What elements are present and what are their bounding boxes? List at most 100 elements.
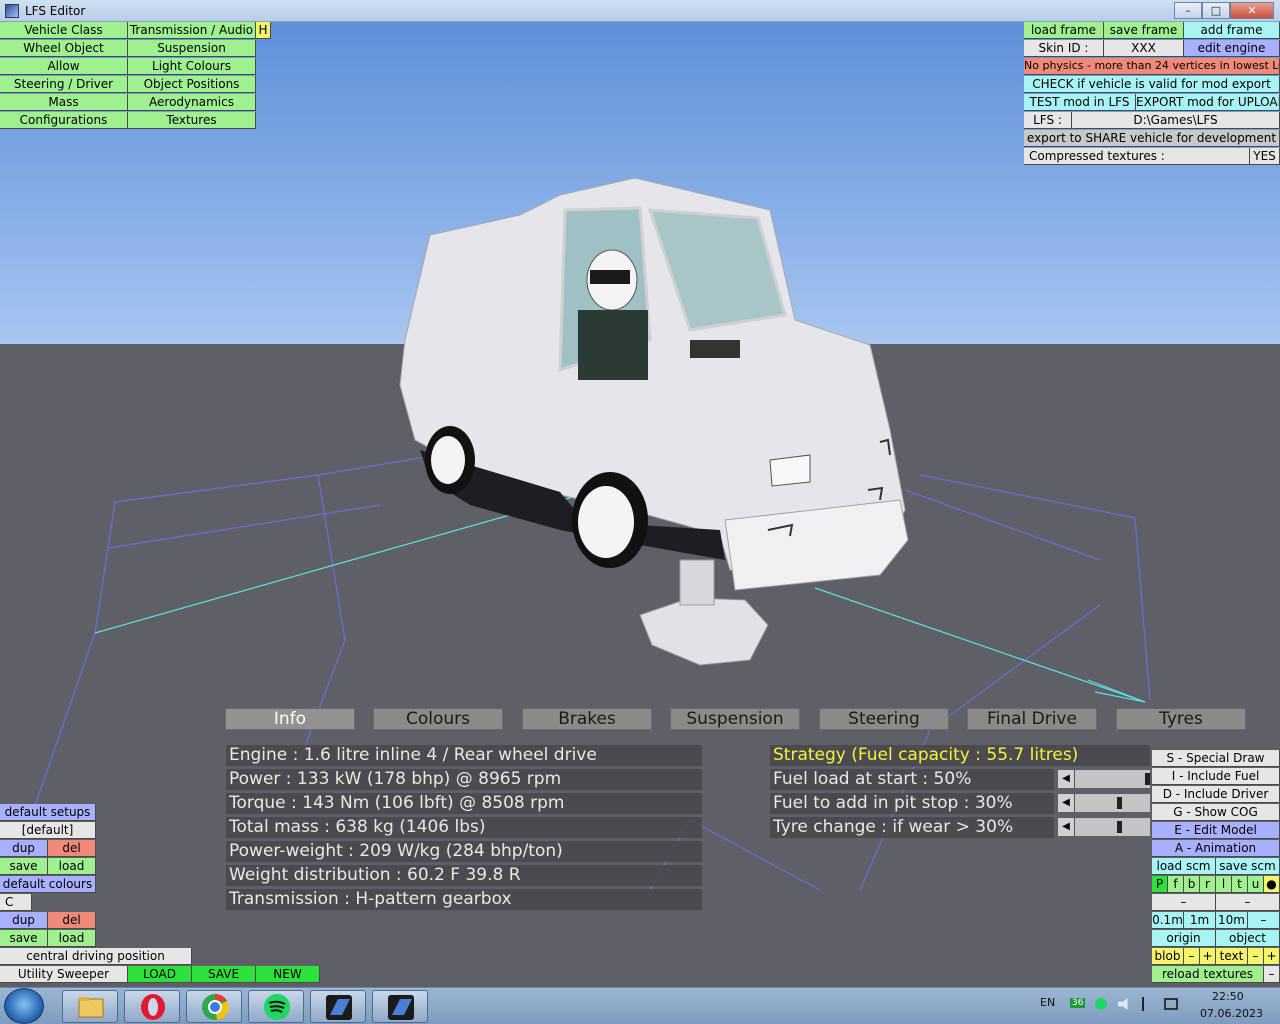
special-draw-toggle[interactable]: S - Special Draw [1152, 750, 1280, 767]
menu-vehicle-class[interactable]: Vehicle Class [0, 22, 128, 39]
spotify-tray-icon[interactable] [1095, 998, 1107, 1010]
slider-track[interactable] [1075, 770, 1150, 788]
tyre-change-decrease-icon[interactable]: ◀ [1058, 818, 1074, 836]
blob-button[interactable]: blob [1152, 948, 1184, 965]
tab-colours[interactable]: Colours [373, 708, 503, 730]
menu-object-positions[interactable]: Object Positions [128, 76, 256, 93]
reload-textures-button[interactable]: reload textures [1152, 966, 1264, 983]
lfs-path-field[interactable]: D:\Games\LFS [1072, 112, 1280, 129]
fuel-pit-decrease-icon[interactable]: ◀ [1058, 794, 1074, 812]
lfs-taskbar-button-2[interactable] [372, 990, 428, 1023]
include-fuel-toggle[interactable]: I - Include Fuel [1152, 768, 1280, 785]
letter-u[interactable]: u [1248, 876, 1264, 893]
edit-model-button[interactable]: E - Edit Model [1152, 822, 1280, 839]
spotify-taskbar-button[interactable] [248, 990, 304, 1023]
letter-l[interactable]: l [1216, 876, 1232, 893]
compressed-textures-toggle[interactable]: YES [1250, 148, 1280, 165]
network-icon[interactable] [1164, 998, 1178, 1010]
letter-p[interactable]: P [1152, 876, 1168, 893]
menu-suspension[interactable]: Suspension [128, 40, 256, 57]
export-mod-button[interactable]: EXPORT mod for UPLOAD [1136, 94, 1280, 111]
slider-track[interactable] [1075, 818, 1150, 836]
load-vehicle-button[interactable]: LOAD [128, 966, 192, 983]
menu-configurations[interactable]: Configurations [0, 112, 128, 129]
close-button[interactable]: ✕ [1230, 2, 1274, 19]
slider-knob[interactable] [1117, 797, 1122, 809]
blob-minus[interactable]: – [1184, 948, 1200, 965]
volume-icon[interactable] [1118, 998, 1128, 1010]
flag-icon[interactable] [1142, 997, 1154, 1011]
minus-button-1[interactable]: – [1152, 894, 1216, 911]
colour-dup-button[interactable]: dup [0, 912, 48, 929]
tab-info[interactable]: Info [225, 708, 355, 730]
text-plus[interactable]: + [1264, 948, 1280, 965]
colour-save-button[interactable]: save [0, 930, 48, 947]
clock-time[interactable]: 22:50 [1212, 990, 1244, 1003]
opera-taskbar-button[interactable] [124, 990, 180, 1023]
fuel-start-slider[interactable]: ◀ [1058, 770, 1150, 788]
origin-button[interactable]: origin [1152, 930, 1216, 947]
letter-r[interactable]: r [1200, 876, 1216, 893]
export-share-button[interactable]: export to SHARE vehicle for development [1024, 130, 1280, 147]
dot-icon[interactable]: ● [1264, 876, 1280, 893]
check-valid-button[interactable]: CHECK if vehicle is valid for mod export [1024, 76, 1280, 93]
menu-transmission-audio[interactable]: Transmission / Audio [128, 22, 256, 39]
letter-f[interactable]: f [1168, 876, 1184, 893]
menu-textures[interactable]: Textures [128, 112, 256, 129]
tab-brakes[interactable]: Brakes [522, 708, 652, 730]
step-minus[interactable]: – [1248, 912, 1280, 929]
include-driver-toggle[interactable]: D - Include Driver [1152, 786, 1280, 803]
setup-selector[interactable]: [default] [0, 822, 96, 839]
menu-allow[interactable]: Allow [0, 58, 128, 75]
menu-mass[interactable]: Mass [0, 94, 128, 111]
start-button[interactable] [4, 988, 44, 1024]
test-mod-button[interactable]: TEST mod in LFS [1024, 94, 1136, 111]
language-indicator[interactable]: EN [1040, 996, 1055, 1009]
load-scm-button[interactable]: load scm [1152, 858, 1216, 875]
colour-del-button[interactable]: del [48, 912, 96, 929]
explorer-taskbar-button[interactable] [62, 990, 118, 1023]
setup-load-button[interactable]: load [48, 858, 96, 875]
central-driving-toggle[interactable]: central driving position [0, 948, 192, 965]
h-flag[interactable]: H [256, 22, 271, 39]
add-frame-button[interactable]: add frame [1184, 22, 1280, 39]
tab-suspension[interactable]: Suspension [670, 708, 800, 730]
colour-selector[interactable]: C [0, 894, 32, 911]
default-setups-button[interactable]: default setups [0, 804, 96, 821]
show-cog-toggle[interactable]: G - Show COG [1152, 804, 1280, 821]
maximize-button[interactable]: □ [1202, 2, 1230, 19]
slider-knob[interactable] [1145, 773, 1150, 785]
text-button[interactable]: text [1216, 948, 1248, 965]
animation-button[interactable]: A - Animation [1152, 840, 1280, 857]
default-colours-button[interactable]: default colours [0, 876, 96, 893]
slider-track[interactable] [1075, 794, 1150, 812]
edit-engine-button[interactable]: edit engine [1184, 40, 1280, 57]
save-scm-button[interactable]: save scm [1216, 858, 1280, 875]
setup-del-button[interactable]: del [48, 840, 96, 857]
tab-final-drive[interactable]: Final Drive [967, 708, 1097, 730]
save-frame-button[interactable]: save frame [1104, 22, 1184, 39]
menu-light-colours[interactable]: Light Colours [128, 58, 256, 75]
clock-date[interactable]: 07.06.2023 [1200, 1007, 1263, 1020]
chrome-taskbar-button[interactable] [186, 990, 242, 1023]
colour-load-button[interactable]: load [48, 930, 96, 947]
fuel-pit-slider[interactable]: ◀ [1058, 794, 1150, 812]
step-0-1m[interactable]: 0.1m [1152, 912, 1184, 929]
save-vehicle-button[interactable]: SAVE [192, 966, 256, 983]
fuel-start-decrease-icon[interactable]: ◀ [1058, 770, 1074, 788]
tab-steering[interactable]: Steering [819, 708, 949, 730]
blob-plus[interactable]: + [1200, 948, 1216, 965]
menu-wheel-object[interactable]: Wheel Object [0, 40, 128, 57]
setup-save-button[interactable]: save [0, 858, 48, 875]
minimize-button[interactable]: – [1174, 2, 1202, 19]
load-frame-button[interactable]: load frame [1024, 22, 1104, 39]
letter-t[interactable]: t [1232, 876, 1248, 893]
tab-tyres[interactable]: Tyres [1116, 708, 1246, 730]
menu-aerodynamics[interactable]: Aerodynamics [128, 94, 256, 111]
skin-id-field[interactable]: XXX [1104, 40, 1184, 57]
minus-button-2[interactable]: – [1216, 894, 1280, 911]
letter-b[interactable]: b [1184, 876, 1200, 893]
setup-dup-button[interactable]: dup [0, 840, 48, 857]
tyre-change-slider[interactable]: ◀ [1058, 818, 1150, 836]
object-button[interactable]: object [1216, 930, 1280, 947]
